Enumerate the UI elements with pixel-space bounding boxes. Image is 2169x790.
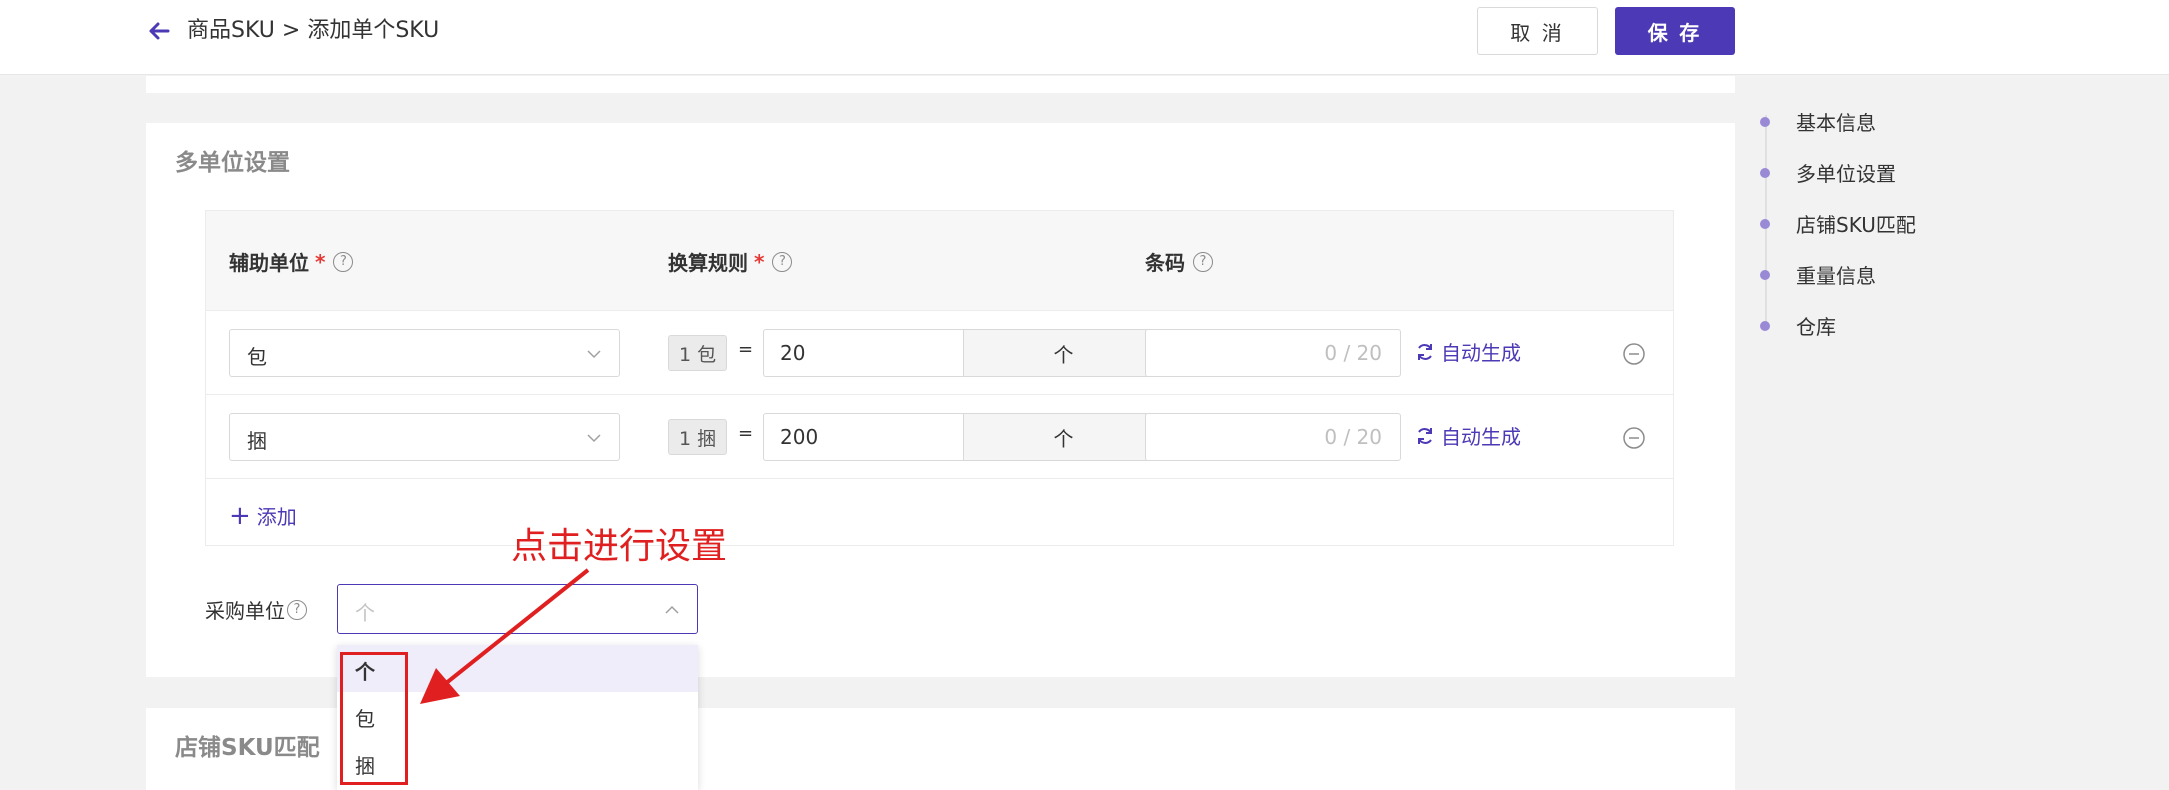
previous-card-bottom: [146, 76, 1735, 93]
column-label: 条码: [1145, 251, 1185, 275]
aux-unit-select[interactable]: 包: [229, 329, 620, 377]
anchor-label: 仓库: [1796, 315, 1836, 339]
multi-unit-card: 多单位设置 辅助单位 * ? 换算规则 * ? 条码 ? 包 1 包 = 20 …: [146, 123, 1735, 677]
remove-row-icon[interactable]: [1622, 426, 1646, 450]
anchor-label: 基本信息: [1796, 111, 1876, 135]
anchor-dot-icon: [1760, 269, 1770, 280]
back-arrow-icon[interactable]: [146, 18, 172, 44]
unit-table: 辅助单位 * ? 换算规则 * ? 条码 ? 包 1 包 = 20 个 0 / …: [205, 210, 1674, 546]
add-unit-button[interactable]: + 添加: [229, 501, 297, 530]
barcode-input[interactable]: 0 / 20: [1145, 329, 1401, 377]
chevron-up-icon: [665, 605, 679, 614]
section-title-store-sku: 店铺SKU匹配: [175, 735, 320, 761]
anchor-label: 多单位设置: [1796, 162, 1896, 186]
breadcrumb: 商品SKU > 添加单个SKU: [187, 18, 440, 43]
conversion-quantity-input[interactable]: 20: [763, 329, 963, 377]
chevron-down-icon: [587, 350, 601, 359]
anchor-label: 重量信息: [1796, 264, 1876, 288]
aux-unit-select[interactable]: 捆: [229, 413, 620, 461]
top-header: 商品SKU > 添加单个SKU 取 消 保 存: [0, 0, 2169, 75]
column-header-conversion: 换算规则 * ?: [668, 247, 793, 276]
help-icon[interactable]: ?: [772, 251, 793, 272]
remove-row-icon[interactable]: [1622, 342, 1646, 366]
annotation-arrow-icon: [420, 568, 590, 704]
auto-generate-label: 自动生成: [1441, 341, 1521, 365]
conversion-base-tag: 1 包: [668, 335, 728, 371]
refresh-icon: [1418, 343, 1432, 360]
quantity-value: 20: [780, 341, 806, 365]
required-mark: *: [315, 249, 326, 274]
plus-icon: +: [229, 500, 251, 531]
purchase-unit-placeholder: 个: [355, 601, 375, 625]
cancel-button[interactable]: 取 消: [1477, 7, 1598, 55]
anchor-nav-item-multi-unit[interactable]: 多单位设置: [1758, 158, 1896, 187]
table-header: 辅助单位 * ? 换算规则 * ? 条码 ?: [206, 211, 1673, 311]
barcode-input[interactable]: 0 / 20: [1145, 413, 1401, 461]
column-header-aux-unit: 辅助单位 * ?: [229, 247, 354, 276]
equals-sign: =: [738, 423, 754, 444]
auto-generate-button[interactable]: 自动生成: [1415, 421, 1521, 450]
anchor-dot-icon: [1760, 218, 1770, 229]
column-header-barcode: 条码 ?: [1145, 247, 1213, 276]
chevron-down-icon: [587, 434, 601, 443]
save-button[interactable]: 保 存: [1615, 7, 1735, 55]
anchor-nav-item-store-sku[interactable]: 店铺SKU匹配: [1758, 209, 1916, 238]
column-label: 辅助单位: [229, 251, 309, 275]
auto-generate-button[interactable]: 自动生成: [1415, 337, 1521, 366]
char-counter: 0 / 20: [1324, 341, 1382, 365]
help-icon[interactable]: ?: [333, 251, 354, 272]
anchor-nav-item-weight[interactable]: 重量信息: [1758, 260, 1876, 289]
conversion-base-tag: 1 捆: [668, 419, 728, 455]
anchor-label: 店铺SKU匹配: [1796, 213, 1916, 237]
base-unit-addon: 个: [963, 413, 1164, 461]
table-row: 包 1 包 = 20 个 0 / 20 自动生成: [206, 311, 1673, 395]
section-title-multi-unit: 多单位设置: [175, 150, 290, 176]
aux-unit-value: 包: [247, 345, 267, 369]
annotation-highlight-box: [340, 652, 408, 785]
anchor-nav-item-basic-info[interactable]: 基本信息: [1758, 107, 1876, 136]
aux-unit-value: 捆: [247, 429, 267, 453]
anchor-dot-icon: [1760, 167, 1770, 178]
equals-sign: =: [738, 339, 754, 360]
conversion-quantity-input[interactable]: 200: [763, 413, 963, 461]
char-counter: 0 / 20: [1324, 425, 1382, 449]
base-unit-addon: 个: [963, 329, 1164, 377]
column-label: 换算规则: [668, 251, 748, 275]
help-icon[interactable]: ?: [287, 599, 307, 620]
quantity-value: 200: [780, 425, 819, 449]
help-icon[interactable]: ?: [1193, 251, 1213, 272]
refresh-icon: [1418, 427, 1432, 444]
auto-generate-label: 自动生成: [1441, 425, 1521, 449]
table-row: 捆 1 捆 = 200 个 0 / 20 自动生成: [206, 395, 1673, 479]
anchor-dot-icon: [1760, 116, 1770, 127]
purchase-unit-label-text: 采购单位: [205, 599, 285, 623]
anchor-dot-icon: [1760, 320, 1770, 331]
anchor-nav-item-warehouse[interactable]: 仓库: [1758, 311, 1836, 340]
required-mark: *: [754, 249, 765, 274]
add-unit-label: 添加: [256, 505, 297, 529]
purchase-unit-label: 采购单位 ?: [205, 595, 307, 624]
